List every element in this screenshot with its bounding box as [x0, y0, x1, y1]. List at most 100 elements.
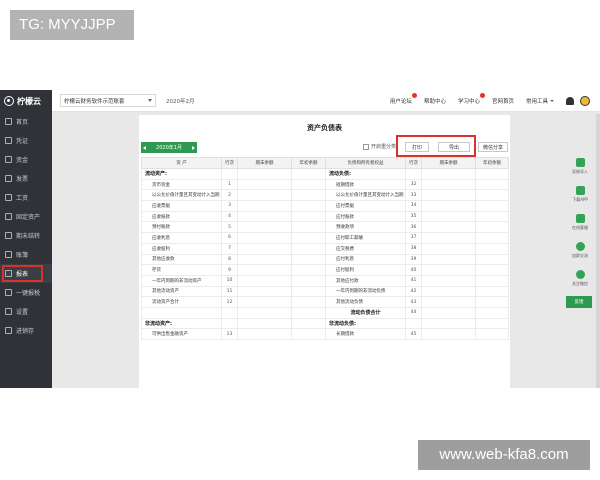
liability-opening-balance[interactable] — [475, 253, 509, 266]
top-link[interactable]: 用户论坛 — [390, 92, 417, 105]
sidebar-item-asset[interactable]: 固定资产 — [0, 207, 52, 226]
reclassification-checkbox[interactable] — [363, 143, 369, 150]
sidebar-item-inventory[interactable]: 进销存 — [0, 321, 52, 340]
sidebar-item-salary[interactable]: 工资 — [0, 188, 52, 207]
asset-closing-balance[interactable] — [237, 328, 292, 340]
liability-closing-balance[interactable] — [421, 253, 476, 266]
liability-closing-balance[interactable] — [421, 296, 476, 308]
asset-opening-balance[interactable] — [291, 189, 326, 202]
liability-closing-balance[interactable] — [421, 317, 476, 330]
asset-closing-balance[interactable] — [237, 168, 292, 180]
sidebar-item-tax[interactable]: 一键报税 — [0, 283, 52, 302]
asset-opening-balance[interactable] — [291, 328, 326, 340]
period-picker[interactable]: 2020年1月 — [141, 142, 197, 153]
asset-opening-balance[interactable] — [291, 242, 326, 255]
liability-closing-balance[interactable] — [421, 232, 476, 244]
asset-closing-balance[interactable] — [237, 253, 292, 266]
right-toolbar-item[interactable]: 关注微信 — [566, 264, 594, 292]
asset-closing-balance[interactable] — [237, 178, 292, 191]
sidebar-item-voucher[interactable]: 凭证 — [0, 131, 52, 150]
asset-opening-balance[interactable] — [291, 296, 326, 308]
asset-closing-balance[interactable] — [237, 296, 292, 308]
feedback-button[interactable]: 反馈 — [566, 296, 592, 308]
liability-closing-balance[interactable] — [421, 285, 476, 298]
print-button[interactable]: 打印 — [405, 142, 429, 152]
user-avatar[interactable] — [580, 95, 590, 106]
asset-opening-balance[interactable] — [291, 274, 326, 287]
asset-opening-balance[interactable] — [291, 168, 326, 180]
sidebar-item-period-close[interactable]: 期末结转 — [0, 226, 52, 245]
asset-opening-balance[interactable] — [291, 221, 326, 234]
app-logo[interactable]: 柠檬云 — [0, 90, 52, 112]
wechat-share-button[interactable]: 微信分享 — [478, 142, 508, 152]
liability-closing-balance[interactable] — [421, 168, 476, 180]
asset-closing-balance[interactable] — [237, 285, 292, 298]
asset-opening-balance[interactable] — [291, 200, 326, 212]
top-link[interactable]: 官网首页 — [492, 97, 514, 105]
sidebar-item-ledger[interactable]: 账簿 — [0, 245, 52, 264]
liability-closing-balance[interactable] — [421, 328, 476, 340]
previous-period-icon[interactable] — [143, 145, 146, 150]
liability-opening-balance[interactable] — [475, 200, 509, 212]
liability-opening-balance[interactable] — [475, 296, 509, 308]
liability-opening-balance[interactable] — [475, 232, 509, 244]
asset-opening-balance[interactable] — [291, 253, 326, 266]
liability-opening-balance[interactable] — [475, 168, 509, 180]
asset-closing-balance[interactable] — [237, 274, 292, 287]
sidebar-item-home[interactable]: 首页 — [0, 112, 52, 131]
right-toolbar-item[interactable]: 导账导入 — [566, 152, 594, 180]
liability-opening-balance[interactable] — [475, 221, 509, 234]
liability-closing-balance[interactable] — [421, 200, 476, 212]
sidebar-item-invoice[interactable]: 发票 — [0, 169, 52, 188]
liability-closing-balance[interactable] — [421, 189, 476, 202]
asset-closing-balance[interactable] — [237, 189, 292, 202]
asset-opening-balance[interactable] — [291, 306, 326, 319]
liability-opening-balance[interactable] — [475, 178, 509, 191]
top-link[interactable]: 帮助中心 — [424, 97, 446, 105]
asset-opening-balance[interactable] — [291, 232, 326, 244]
export-button[interactable]: 导出 — [438, 142, 470, 152]
liability-closing-balance[interactable] — [421, 178, 476, 191]
asset-closing-balance[interactable] — [237, 210, 292, 223]
right-toolbar-item[interactable]: 下载APP — [566, 180, 594, 208]
next-period-icon[interactable] — [192, 145, 195, 150]
liability-opening-balance[interactable] — [475, 285, 509, 298]
asset-opening-balance[interactable] — [291, 178, 326, 191]
asset-closing-balance[interactable] — [237, 264, 292, 276]
page-scrollbar[interactable] — [596, 114, 600, 388]
asset-closing-balance[interactable] — [237, 317, 292, 330]
bell-icon[interactable] — [566, 96, 574, 105]
sidebar-item-report[interactable]: 报表 — [0, 264, 52, 283]
sidebar-item-settings[interactable]: 设置 — [0, 302, 52, 321]
liability-closing-balance[interactable] — [421, 210, 476, 223]
right-toolbar-item[interactable]: 加群交流 — [566, 236, 594, 264]
liability-closing-balance[interactable] — [421, 274, 476, 287]
top-link[interactable]: 常用工具 — [526, 97, 554, 105]
liability-opening-balance[interactable] — [475, 274, 509, 287]
asset-closing-balance[interactable] — [237, 306, 292, 319]
asset-opening-balance[interactable] — [291, 264, 326, 276]
liability-closing-balance[interactable] — [421, 221, 476, 234]
right-toolbar-item[interactable]: 在线客服 — [566, 208, 594, 236]
liability-opening-balance[interactable] — [475, 328, 509, 340]
liability-opening-balance[interactable] — [475, 242, 509, 255]
asset-opening-balance[interactable] — [291, 317, 326, 330]
asset-closing-balance[interactable] — [237, 242, 292, 255]
liability-opening-balance[interactable] — [475, 317, 509, 330]
top-link[interactable]: 学习中心 — [458, 92, 485, 105]
liability-opening-balance[interactable] — [475, 189, 509, 202]
liability-opening-balance[interactable] — [475, 306, 509, 319]
asset-closing-balance[interactable] — [237, 232, 292, 244]
asset-closing-balance[interactable] — [237, 221, 292, 234]
asset-closing-balance[interactable] — [237, 200, 292, 212]
liability-closing-balance[interactable] — [421, 242, 476, 255]
asset-opening-balance[interactable] — [291, 210, 326, 223]
liability-opening-balance[interactable] — [475, 210, 509, 223]
liability-closing-balance[interactable] — [421, 306, 476, 319]
liability-closing-balance[interactable] — [421, 264, 476, 276]
asset-opening-balance[interactable] — [291, 285, 326, 298]
liability-opening-balance[interactable] — [475, 264, 509, 276]
reclassification-toggle[interactable]: 开启重分类 — [363, 143, 396, 150]
company-select[interactable]: 柠檬云财务软件示范账套 — [60, 94, 156, 107]
sidebar-item-fund[interactable]: 资金 — [0, 150, 52, 169]
